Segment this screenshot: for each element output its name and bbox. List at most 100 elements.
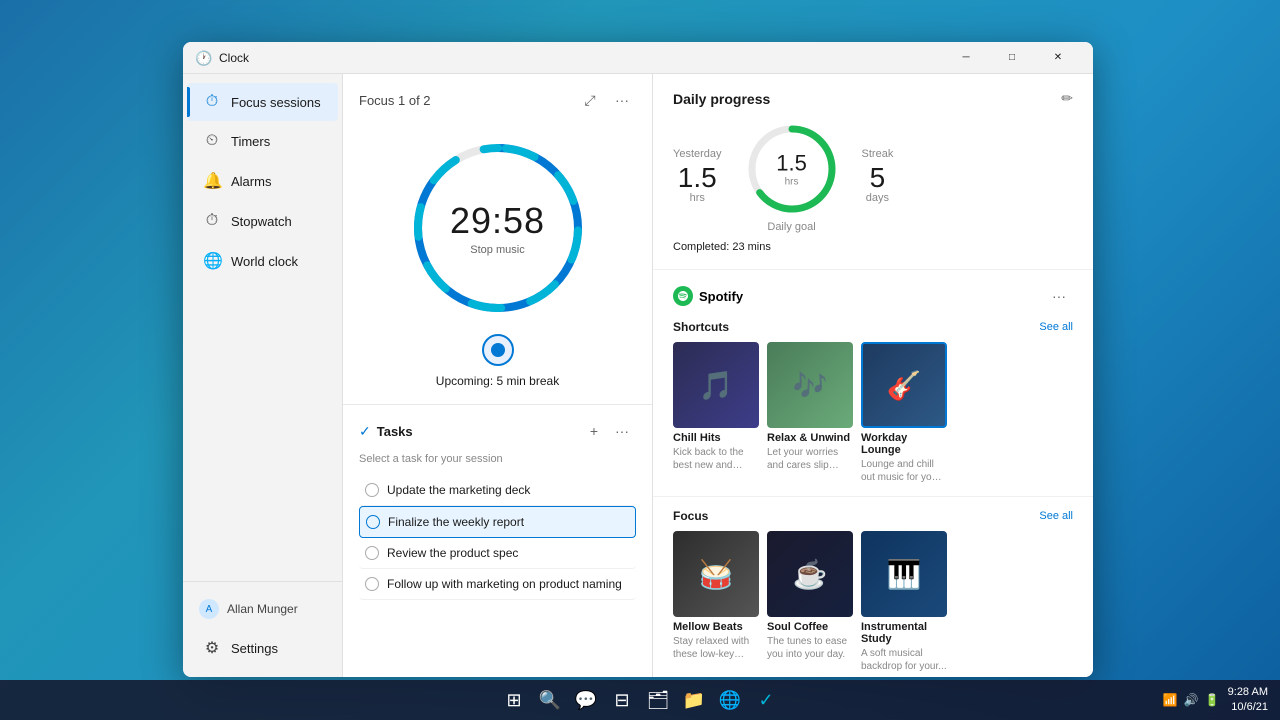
yesterday-unit: hrs	[673, 192, 722, 204]
task-view-button[interactable]: 💬	[572, 686, 600, 714]
clock-taskbar-button[interactable]: ✓	[752, 686, 780, 714]
sidebar-item-timers[interactable]: ⏲ Timers	[187, 122, 338, 160]
music-card-chill-hits[interactable]: 🎵 Chill Hits Kick back to the best new a…	[673, 342, 759, 484]
spotify-logo: Spotify	[673, 286, 743, 306]
task-item[interactable]: Update the marketing deck	[359, 475, 636, 506]
task-radio-2[interactable]	[366, 515, 380, 529]
donut-label: Daily goal	[742, 221, 842, 233]
relax-unwind-title: Relax & Unwind	[767, 432, 853, 444]
maximize-button[interactable]: □	[989, 42, 1035, 74]
music-card-soul-coffee[interactable]: ☕ Soul Coffee The tunes to ease you into…	[767, 531, 853, 673]
task-item-selected[interactable]: Finalize the weekly report	[359, 506, 636, 538]
music-card-instrumental-study[interactable]: 🎹 Instrumental Study A soft musical back…	[861, 531, 947, 673]
sidebar-item-world-clock[interactable]: 🌐 World clock	[187, 241, 338, 281]
close-button[interactable]: ✕	[1035, 42, 1081, 74]
streak-unit: days	[862, 192, 894, 204]
sidebar-item-settings[interactable]: ⚙ Settings	[187, 628, 338, 668]
mellow-beats-thumbnail: 🥁	[673, 531, 759, 617]
volume-icon: 🔊	[1184, 693, 1199, 707]
music-card-relax-unwind[interactable]: 🎶 Relax & Unwind Let your worries and ca…	[767, 342, 853, 484]
system-clock[interactable]: 9:28 AM 10/6/21	[1228, 685, 1268, 716]
expand-button[interactable]: ⤢	[576, 86, 604, 114]
more-options-button[interactable]: ···	[608, 86, 636, 114]
task-label-2: Finalize the weekly report	[388, 515, 524, 529]
main-layout: ⏱ Focus sessions ⏲ Timers 🔔 Alarms ⏱ Sto…	[183, 74, 1093, 677]
user-profile[interactable]: A Allan Munger	[187, 591, 338, 627]
sidebar-label-focus-sessions: Focus sessions	[231, 95, 321, 110]
focus-see-all-button[interactable]: See all	[1039, 510, 1073, 522]
yesterday-value: 1.5	[673, 164, 722, 192]
donut-unit: hrs	[776, 177, 807, 188]
task-radio-3[interactable]	[365, 546, 379, 560]
spotify-name: Spotify	[699, 289, 743, 304]
content-area: Focus 1 of 2 ⤢ ···	[343, 74, 1093, 677]
network-icon: 📶	[1163, 693, 1178, 707]
widgets-button[interactable]: ⊟	[608, 686, 636, 714]
spotify-more-button[interactable]: ···	[1045, 282, 1073, 310]
progress-dot-indicator	[491, 343, 505, 357]
sidebar-item-alarms[interactable]: 🔔 Alarms	[187, 161, 338, 201]
taskbar-center: ⊞ 🔍 💬 ⊟ 🗂 📁 🌐 ✓	[500, 686, 780, 714]
completed-value: 23 mins	[732, 241, 771, 253]
task-item[interactable]: Follow up with marketing on product nami…	[359, 569, 636, 600]
spotify-header: Spotify ···	[673, 282, 1073, 310]
sidebar-item-stopwatch[interactable]: ⏱ Stopwatch	[187, 202, 338, 240]
chat-button[interactable]: 🗂	[644, 686, 672, 714]
mellow-beats-title: Mellow Beats	[673, 621, 759, 633]
tasks-title-row: ✓ Tasks	[359, 423, 580, 440]
mellow-beats-desc: Stay relaxed with these low-key beat...	[673, 635, 759, 661]
task-label-4: Follow up with marketing on product nami…	[387, 577, 622, 591]
tasks-prompt: Select a task for your session	[359, 453, 636, 465]
tasks-more-button[interactable]: ···	[608, 417, 636, 445]
focus-music-section: Focus See all 🥁 Mellow Beats Stay relaxe…	[653, 497, 1093, 677]
taskbar: ⊞ 🔍 💬 ⊟ 🗂 📁 🌐 ✓ 📶 🔊 🔋 9:28 AM 10/6/21	[0, 680, 1280, 720]
streak-stat: Streak 5 days	[862, 148, 894, 204]
task-item[interactable]: Review the product spec	[359, 538, 636, 569]
instrumental-study-title: Instrumental Study	[861, 621, 947, 645]
world-clock-icon: 🌐	[203, 251, 221, 271]
soul-coffee-title: Soul Coffee	[767, 621, 853, 633]
donut-chart: 1.5 hrs	[742, 119, 842, 219]
focus-cards: 🥁 Mellow Beats Stay relaxed with these l…	[673, 531, 1073, 673]
stopwatch-icon: ⏱	[203, 212, 221, 230]
spotify-section: Spotify ··· Shortcuts See all 🎵	[653, 270, 1093, 497]
relax-unwind-thumbnail: 🎶	[767, 342, 853, 428]
edge-button[interactable]: 🌐	[716, 686, 744, 714]
taskbar-time-display: 9:28 AM	[1228, 685, 1268, 700]
timer-inner: 29:58 Stop music	[450, 200, 545, 256]
music-card-workday-lounge[interactable]: 🎸 Workday Lounge Lounge and chill out mu…	[861, 342, 947, 484]
task-label-1: Update the marketing deck	[387, 483, 530, 497]
focus-music-row: Focus See all	[673, 509, 1073, 523]
task-label-3: Review the product spec	[387, 546, 518, 560]
streak-value: 5	[862, 164, 894, 192]
donut-center: 1.5 hrs	[776, 151, 807, 188]
search-button[interactable]: 🔍	[536, 686, 564, 714]
explorer-button[interactable]: 📁	[680, 686, 708, 714]
panel-action-buttons: ⤢ ···	[576, 86, 636, 114]
focus-session-title: Focus 1 of 2	[359, 93, 431, 108]
tasks-check-icon: ✓	[359, 423, 371, 440]
shortcuts-see-all-button[interactable]: See all	[1039, 321, 1073, 333]
music-card-mellow-beats[interactable]: 🥁 Mellow Beats Stay relaxed with these l…	[673, 531, 759, 673]
daily-progress-title: Daily progress	[673, 91, 770, 107]
sidebar-bottom: A Allan Munger ⚙ Settings	[183, 581, 342, 669]
soul-coffee-desc: The tunes to ease you into your day.	[767, 635, 853, 661]
instrumental-study-desc: A soft musical backdrop for your...	[861, 647, 947, 673]
app-window: 🕐 Clock ─ □ ✕ ⏱ Focus sessions ⏲ Timers …	[183, 42, 1093, 677]
add-task-button[interactable]: +	[580, 417, 608, 445]
sidebar-nav: ⏱ Focus sessions ⏲ Timers 🔔 Alarms ⏱ Sto…	[183, 82, 342, 581]
task-radio-4[interactable]	[365, 577, 379, 591]
chill-hits-thumbnail: 🎵	[673, 342, 759, 428]
sidebar-label-world-clock: World clock	[231, 254, 298, 269]
focus-panel: Focus 1 of 2 ⤢ ···	[343, 74, 653, 677]
edit-goal-button[interactable]: ✏	[1061, 90, 1073, 107]
sidebar: ⏱ Focus sessions ⏲ Timers 🔔 Alarms ⏱ Sto…	[183, 74, 343, 677]
relax-unwind-desc: Let your worries and cares slip away.	[767, 446, 853, 472]
shortcuts-cards: 🎵 Chill Hits Kick back to the best new a…	[673, 342, 1073, 484]
minimize-button[interactable]: ─	[943, 42, 989, 74]
sidebar-item-focus-sessions[interactable]: ⏱ Focus sessions	[187, 83, 338, 121]
task-radio-1[interactable]	[365, 483, 379, 497]
progress-dot-button[interactable]	[482, 334, 514, 366]
donut-value: 1.5	[776, 151, 807, 177]
start-button[interactable]: ⊞	[500, 686, 528, 714]
